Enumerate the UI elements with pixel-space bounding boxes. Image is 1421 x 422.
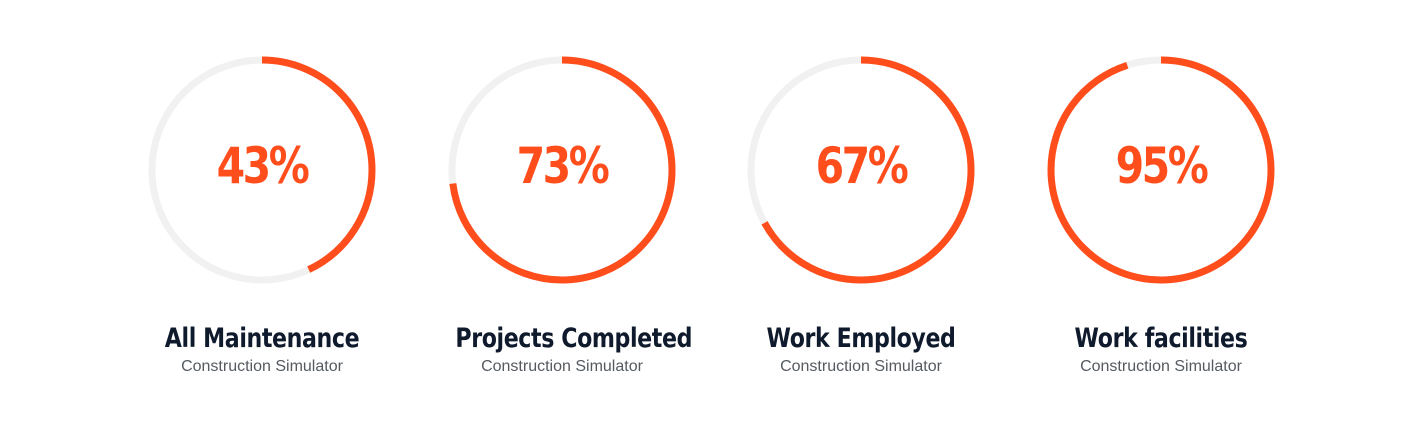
stats-row: 43% All Maintenance Construction Simulat… (0, 0, 1421, 422)
stat-title: Work Employed (766, 323, 956, 354)
stat-card-all-maintenance: 43% All Maintenance Construction Simulat… (132, 50, 392, 377)
progress-ring: 43% (142, 50, 382, 290)
stat-title: All Maintenance (164, 323, 360, 354)
stat-subtitle: Construction Simulator (181, 358, 343, 375)
stat-card-work-facilities: 95% Work facilities Construction Simulat… (1031, 50, 1291, 377)
stat-title: Projects Completed (455, 323, 693, 354)
stat-subtitle: Construction Simulator (1080, 358, 1242, 375)
stat-title: Work facilities (1074, 323, 1248, 354)
percent-value: 67% (815, 137, 909, 195)
stat-subtitle: Construction Simulator (780, 358, 942, 375)
progress-ring: 73% (442, 50, 682, 290)
stat-subtitle: Construction Simulator (481, 358, 643, 375)
progress-ring: 67% (741, 50, 981, 290)
stat-card-projects-completed: 73% Projects Completed Construction Simu… (432, 50, 692, 377)
progress-ring: 95% (1041, 50, 1281, 290)
percent-value: 95% (1115, 137, 1209, 195)
stat-card-work-employed: 67% Work Employed Construction Simulator (731, 50, 991, 377)
percent-value: 73% (516, 137, 610, 195)
percent-value: 43% (216, 137, 310, 195)
